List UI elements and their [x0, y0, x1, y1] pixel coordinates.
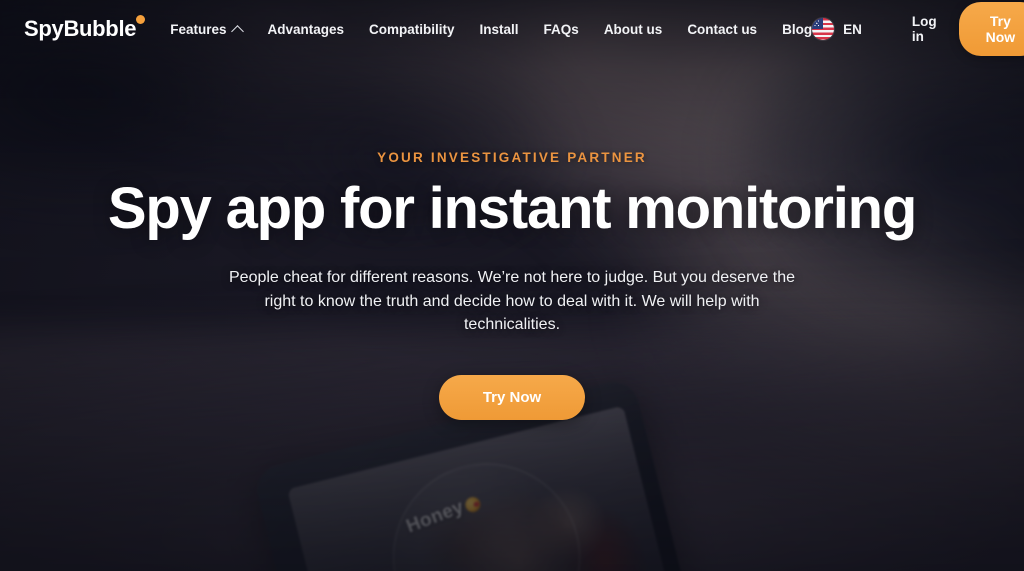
nav-item-faqs[interactable]: FAQs — [544, 22, 579, 37]
main-navigation: Features Advantages Compatibility Instal… — [170, 21, 812, 38]
chevron-up-icon[interactable] — [231, 24, 245, 38]
nav-label: Contact us — [687, 21, 758, 37]
page-title: Spy app for instant monitoring — [107, 176, 917, 241]
orange-dot-icon — [136, 15, 146, 24]
flag-canton — [812, 18, 824, 29]
landing-page: Honey SpyBubble Features Advantages Comp… — [0, 0, 1024, 571]
nav-item-advantages[interactable]: Advantages — [267, 22, 344, 37]
header-try-now-button[interactable]: Try Now — [958, 2, 1024, 56]
nav-item-about-us[interactable]: About us — [604, 22, 663, 37]
us-flag-icon — [812, 18, 835, 40]
site-header: SpyBubble Features Advantages Compatibil… — [0, 0, 1024, 58]
nav-label: Blog — [782, 21, 813, 37]
nav-item-contact-us[interactable]: Contact us — [687, 22, 757, 37]
nav-item-compatibility[interactable]: Compatibility — [369, 22, 455, 37]
nav-label: Advantages — [267, 21, 345, 37]
nav-item-features[interactable]: Features — [170, 21, 245, 38]
nav-label: FAQs — [543, 21, 579, 37]
hero-eyebrow: YOUR INVESTIGATIVE PARTNER — [377, 150, 647, 165]
login-link[interactable]: Log in — [912, 14, 937, 44]
hero-paragraph: People cheat for different reasons. We’r… — [229, 268, 795, 334]
language-code: EN — [843, 21, 862, 37]
nav-label: Compatibility — [369, 21, 455, 37]
nav-item-install[interactable]: Install — [480, 22, 519, 37]
language-selector[interactable]: EN — [812, 18, 862, 40]
nav-label: Features — [170, 21, 227, 37]
nav-label: Install — [479, 21, 519, 37]
logo[interactable]: SpyBubble — [24, 15, 146, 42]
nav-item-blog[interactable]: Blog — [782, 22, 812, 37]
nav-label: About us — [603, 21, 663, 37]
hero-try-now-button[interactable]: Try Now — [438, 374, 586, 420]
logo-text: SpyBubble — [24, 16, 137, 41]
